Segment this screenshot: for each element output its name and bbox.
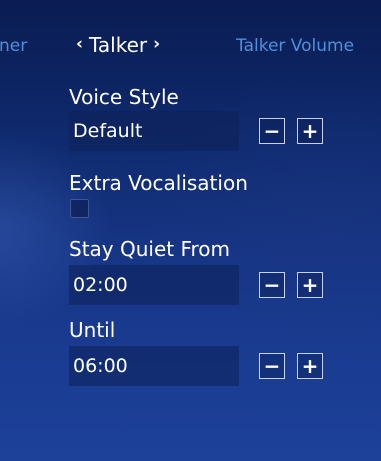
until-value-box: 06:00 <box>69 346 239 386</box>
minus-icon: − <box>263 119 281 143</box>
minus-icon: − <box>263 354 281 378</box>
settings-screen: ner ‹ Talker › Talker Volume Voice Style… <box>0 0 381 461</box>
tab-previous[interactable]: ner <box>0 36 27 56</box>
voice-style-label: Voice Style <box>69 85 179 109</box>
chevron-left-icon[interactable]: ‹ <box>76 34 83 54</box>
minus-icon: − <box>263 273 281 297</box>
plus-icon: + <box>301 273 319 297</box>
stay-quiet-from-value-box: 02:00 <box>69 265 239 305</box>
stay-quiet-from-value: 02:00 <box>73 274 128 296</box>
plus-icon: + <box>301 119 319 143</box>
stay-quiet-from-increment-button[interactable]: + <box>297 272 323 298</box>
until-decrement-button[interactable]: − <box>259 353 285 379</box>
voice-style-value-box: Default <box>69 111 239 151</box>
extra-vocalisation-checkbox[interactable] <box>70 199 89 218</box>
until-label: Until <box>69 318 116 342</box>
tab-carousel: ner ‹ Talker › Talker Volume <box>0 30 381 62</box>
stay-quiet-from-label: Stay Quiet From <box>69 237 231 261</box>
plus-icon: + <box>301 354 319 378</box>
chevron-right-icon[interactable]: › <box>153 34 160 54</box>
tab-current-label: Talker <box>89 33 148 57</box>
voice-style-value: Default <box>73 120 143 142</box>
tab-current: ‹ Talker › <box>76 33 160 57</box>
tab-next[interactable]: Talker Volume <box>236 36 354 56</box>
until-value: 06:00 <box>73 355 128 377</box>
stay-quiet-from-decrement-button[interactable]: − <box>259 272 285 298</box>
extra-vocalisation-label: Extra Vocalisation <box>69 171 248 195</box>
voice-style-increment-button[interactable]: + <box>297 118 323 144</box>
voice-style-decrement-button[interactable]: − <box>259 118 285 144</box>
until-increment-button[interactable]: + <box>297 353 323 379</box>
